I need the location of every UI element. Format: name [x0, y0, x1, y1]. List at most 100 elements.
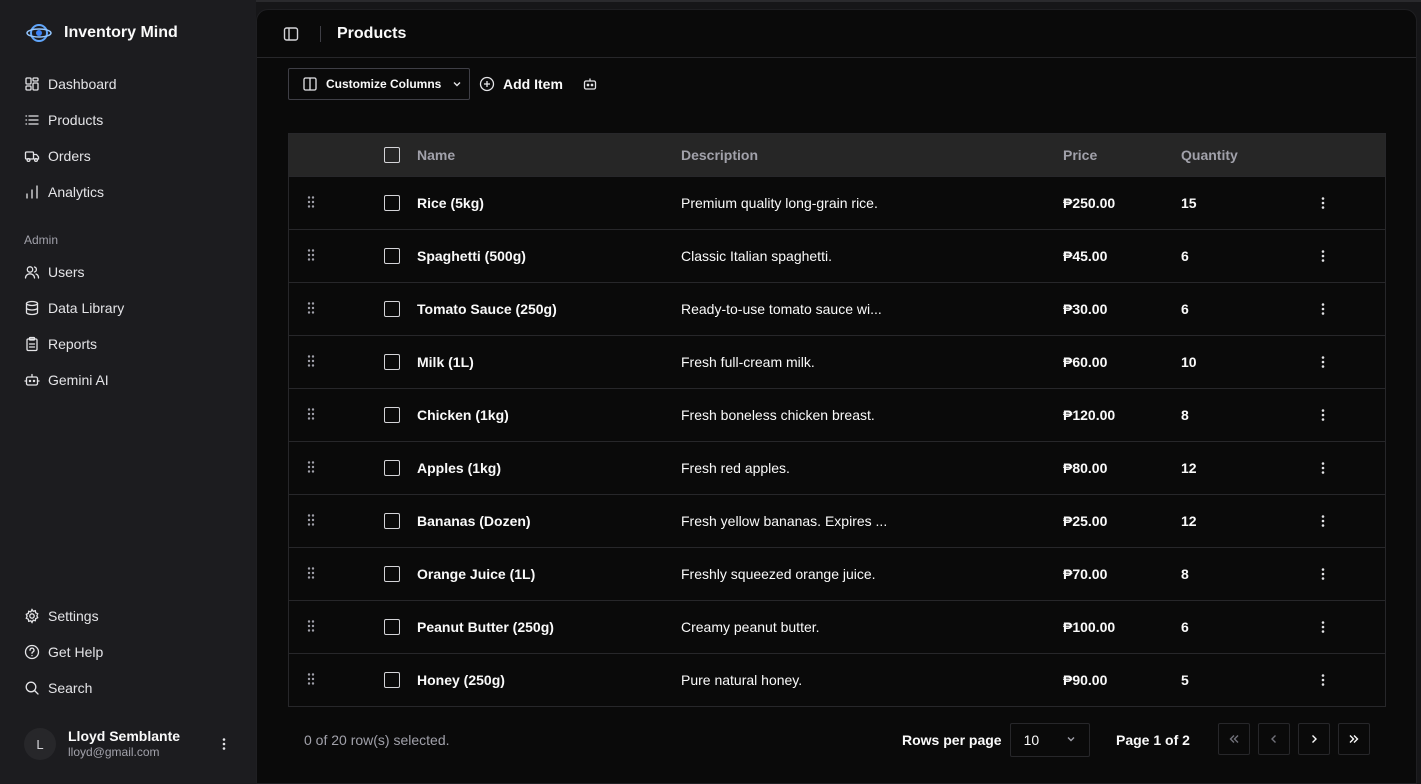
more-vertical-icon[interactable]: [216, 736, 232, 752]
table-toolbar: Customize Columns Add Item: [288, 68, 598, 100]
cell-description: Pure natural honey.: [681, 672, 803, 688]
checkbox-cell: [384, 566, 417, 582]
user-account[interactable]: L Lloyd Semblante lloyd@gmail.com: [0, 720, 256, 768]
app-name: Inventory Mind: [64, 24, 178, 41]
brand[interactable]: Inventory Mind: [0, 20, 256, 46]
table-footer: 0 of 20 row(s) selected. Rows per page 1…: [288, 723, 1386, 757]
table-row[interactable]: Chicken (1kg) Fresh boneless chicken brea…: [289, 388, 1385, 441]
sidebar-item-dashboard[interactable]: Dashboard: [0, 66, 256, 102]
row-checkbox[interactable]: [384, 672, 400, 688]
sidebar-item-get-help[interactable]: Get Help: [0, 634, 256, 670]
add-item-button[interactable]: Add Item: [479, 68, 563, 100]
checkbox-cell: [384, 354, 417, 370]
table-row[interactable]: Spaghetti (500g) Classic Italian spaghett…: [289, 229, 1385, 282]
cell-price: ₱100.00: [1063, 619, 1116, 635]
cell-price: ₱250.00: [1063, 195, 1116, 211]
table-row[interactable]: Bananas (Dozen) Fresh yellow bananas. Exp…: [289, 494, 1385, 547]
sidebar-item-reports[interactable]: Reports: [0, 326, 256, 362]
row-checkbox[interactable]: [384, 566, 400, 582]
row-actions-button[interactable]: [1313, 513, 1333, 529]
more-vertical-icon: [1321, 409, 1325, 421]
row-actions-button[interactable]: [1313, 672, 1333, 688]
cell-price: ₱120.00: [1063, 407, 1116, 423]
clipboard-icon: [24, 336, 40, 352]
rows-per-page-select[interactable]: 10: [1009, 723, 1090, 757]
cell-name: Milk (1L): [417, 354, 474, 370]
table-row[interactable]: Honey (250g) Pure natural honey. ₱90.00 5: [289, 653, 1385, 706]
row-checkbox[interactable]: [384, 195, 400, 211]
sidebar-item-label: Gemini AI: [48, 372, 109, 388]
row-actions-button[interactable]: [1313, 619, 1333, 635]
drag-handle-icon[interactable]: [306, 248, 316, 265]
row-actions-button[interactable]: [1313, 354, 1333, 370]
row-checkbox[interactable]: [384, 619, 400, 635]
sidebar-item-gemini-ai[interactable]: Gemini AI: [0, 362, 256, 398]
row-checkbox[interactable]: [384, 460, 400, 476]
sidebar-item-products[interactable]: Products: [0, 102, 256, 138]
cell-price: ₱25.00: [1063, 513, 1108, 529]
cell-price: ₱70.00: [1063, 566, 1108, 582]
row-actions-button[interactable]: [1313, 248, 1333, 264]
table-row[interactable]: Peanut Butter (250g) Creamy peanut butter…: [289, 600, 1385, 653]
sidebar-item-data-library[interactable]: Data Library: [0, 290, 256, 326]
row-checkbox[interactable]: [384, 301, 400, 317]
first-page-button[interactable]: [1218, 723, 1250, 755]
drag-handle-icon[interactable]: [306, 672, 316, 689]
drag-handle-icon[interactable]: [306, 460, 316, 477]
cell-name: Peanut Butter (250g): [417, 619, 554, 635]
add-item-label: Add Item: [503, 76, 563, 92]
table-row[interactable]: Orange Juice (1L) Freshly squeezed orange…: [289, 547, 1385, 600]
sidebar-item-label: Settings: [48, 608, 99, 624]
checkbox-cell: [384, 460, 417, 476]
next-page-button[interactable]: [1298, 723, 1330, 755]
drag-handle-icon[interactable]: [306, 301, 316, 318]
row-actions-button[interactable]: [1313, 566, 1333, 582]
row-checkbox[interactable]: [384, 248, 400, 264]
drag-handle-icon[interactable]: [306, 354, 316, 371]
sidebar-toggle-icon[interactable]: [282, 25, 300, 43]
drag-handle-icon[interactable]: [306, 407, 316, 424]
drag-cell: [289, 566, 384, 583]
sidebar-item-users[interactable]: Users: [0, 254, 256, 290]
last-page-button[interactable]: [1338, 723, 1370, 755]
drag-handle-icon[interactable]: [306, 619, 316, 636]
row-actions-button[interactable]: [1313, 195, 1333, 211]
cell-quantity: 10: [1181, 354, 1197, 370]
previous-page-button[interactable]: [1258, 723, 1290, 755]
select-all-checkbox[interactable]: [384, 147, 400, 163]
drag-handle-icon[interactable]: [306, 566, 316, 583]
table-row[interactable]: Tomato Sauce (250g) Ready-to-use tomato s…: [289, 282, 1385, 335]
sidebar-item-analytics[interactable]: Analytics: [0, 174, 256, 210]
drag-cell: [289, 619, 384, 636]
column-header-description[interactable]: Description: [681, 147, 1063, 163]
sidebar-item-label: Users: [48, 264, 85, 280]
cell-quantity: 12: [1181, 513, 1197, 529]
row-checkbox[interactable]: [384, 354, 400, 370]
header-divider: [320, 25, 321, 42]
bot-icon[interactable]: [582, 68, 598, 100]
row-actions-button[interactable]: [1313, 460, 1333, 476]
table-body: Rice (5kg) Premium quality long-grain ric…: [289, 176, 1385, 706]
table-row[interactable]: Milk (1L) Fresh full-cream milk. ₱60.00 10: [289, 335, 1385, 388]
sidebar-item-settings[interactable]: Settings: [0, 598, 256, 634]
table-header-row: Name Description Price Quantity: [289, 134, 1385, 176]
row-actions-button[interactable]: [1313, 301, 1333, 317]
sidebar-item-orders[interactable]: Orders: [0, 138, 256, 174]
sidebar-item-search[interactable]: Search: [0, 670, 256, 706]
table-row[interactable]: Rice (5kg) Premium quality long-grain ric…: [289, 176, 1385, 229]
column-header-quantity[interactable]: Quantity: [1181, 147, 1313, 163]
row-checkbox[interactable]: [384, 513, 400, 529]
list-icon: [24, 112, 40, 128]
row-checkbox[interactable]: [384, 407, 400, 423]
rows-per-page: Rows per page 10: [902, 723, 1090, 757]
cell-name: Chicken (1kg): [417, 407, 509, 423]
row-actions-button[interactable]: [1313, 407, 1333, 423]
gear-icon: [24, 608, 40, 624]
table-row[interactable]: Apples (1kg) Fresh red apples. ₱80.00 12: [289, 441, 1385, 494]
column-header-price[interactable]: Price: [1063, 147, 1181, 163]
user-info: Lloyd Semblante lloyd@gmail.com: [68, 728, 216, 760]
customize-columns-button[interactable]: Customize Columns: [288, 68, 470, 100]
drag-handle-icon[interactable]: [306, 513, 316, 530]
drag-handle-icon[interactable]: [306, 195, 316, 212]
column-header-name[interactable]: Name: [417, 147, 681, 163]
